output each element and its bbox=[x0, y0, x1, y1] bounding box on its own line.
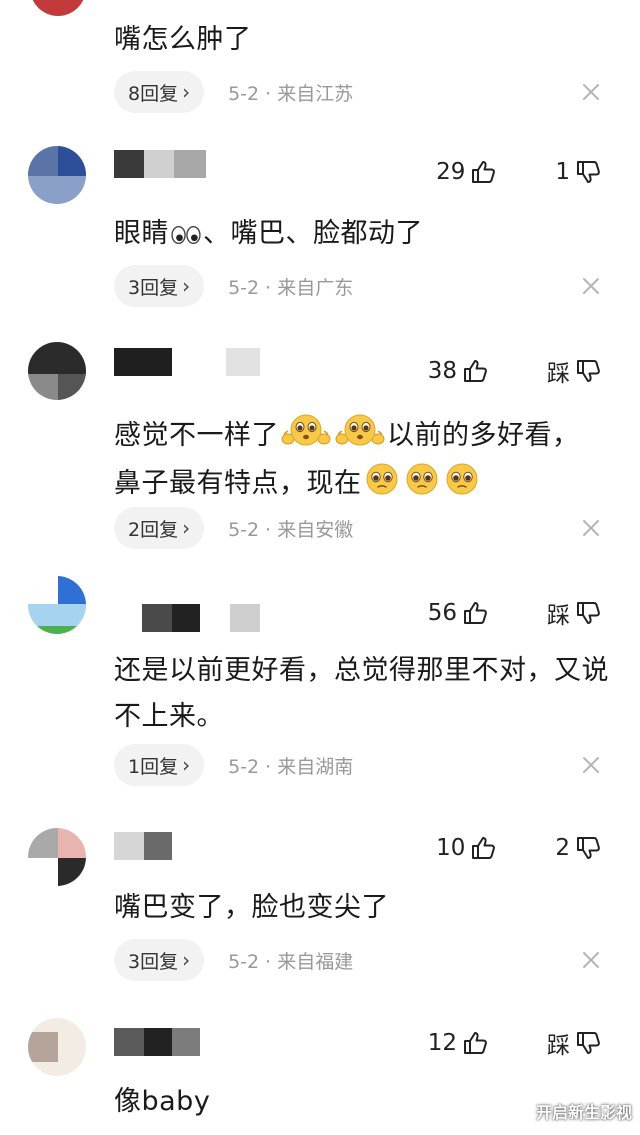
comment-text-part: 眼睛 bbox=[114, 218, 169, 249]
chevron-right-icon: › bbox=[182, 80, 191, 104]
chevron-right-icon: › bbox=[182, 516, 191, 540]
username-blurred[interactable] bbox=[114, 1028, 200, 1056]
like-count: 12 bbox=[427, 1030, 457, 1056]
like-button[interactable]: 10 bbox=[436, 834, 497, 862]
avatar[interactable] bbox=[30, 0, 86, 16]
reply-count-button[interactable]: 3回复 › bbox=[114, 265, 205, 307]
reply-count-label: 3回复 bbox=[128, 950, 179, 973]
close-icon[interactable] bbox=[582, 951, 600, 969]
comment-text-part: 鼻子最有特点，现在 bbox=[114, 468, 362, 499]
username-blurred[interactable] bbox=[142, 604, 262, 632]
reply-count-label: 8回复 bbox=[128, 82, 179, 105]
dislike-button[interactable]: 踩 bbox=[547, 354, 602, 388]
avatar[interactable] bbox=[28, 342, 86, 400]
like-count: 56 bbox=[427, 600, 457, 626]
comment-text: 嘴巴变了，脸也变尖了 bbox=[114, 892, 389, 923]
comment-text-part: 感觉不一样了 bbox=[114, 420, 279, 451]
comment-date-location: 5-2 · 来自江苏 bbox=[228, 82, 354, 105]
thumbs-down-icon bbox=[574, 1029, 602, 1057]
comment-text-part: 、嘴巴、脸都动了 bbox=[203, 218, 423, 249]
thumbs-down-icon bbox=[574, 357, 602, 385]
reply-count-button[interactable]: 1回复 › bbox=[114, 744, 205, 786]
avatar[interactable] bbox=[28, 146, 86, 204]
comment-line: 感觉不一样了 以前的多好看， bbox=[114, 410, 614, 458]
dislike-button[interactable]: 1 bbox=[555, 158, 602, 186]
thumbs-up-icon bbox=[469, 834, 497, 862]
close-icon[interactable] bbox=[582, 519, 600, 537]
comment-meta: 3回复 › 5-2 · 来自广东 bbox=[114, 264, 353, 308]
watermark: 开启新生影视 bbox=[535, 1103, 632, 1122]
like-count: 38 bbox=[427, 358, 457, 384]
comment-date-location: 5-2 · 来自福建 bbox=[228, 950, 354, 973]
dislike-button[interactable]: 2 bbox=[555, 834, 602, 862]
thumbs-up-icon bbox=[461, 357, 489, 385]
like-button[interactable]: 12 bbox=[428, 1029, 489, 1057]
reply-count-button[interactable]: 3回复 › bbox=[114, 939, 205, 981]
eyes-emoji-icon bbox=[169, 222, 203, 248]
comment-text-part: 以前的多好看， bbox=[387, 420, 580, 451]
avatar[interactable] bbox=[28, 828, 86, 886]
username-blurred[interactable] bbox=[114, 348, 260, 376]
pleading-face-emoji-icon bbox=[362, 458, 402, 498]
comment-meta: 2回复 › 5-2 · 来自安徽 bbox=[114, 506, 353, 550]
comment-meta: 8回复 › 5-2 · 来自江苏 bbox=[114, 70, 353, 114]
dislike-button[interactable]: 踩 bbox=[547, 596, 602, 630]
pleading-hands-emoji-icon bbox=[333, 410, 387, 450]
avatar[interactable] bbox=[28, 1018, 86, 1076]
comment-text: 眼睛 、嘴巴、脸都动了 bbox=[114, 214, 614, 254]
comment-meta: 1回复 › 5-2 · 来自湖南 bbox=[114, 743, 353, 787]
close-icon[interactable] bbox=[582, 277, 600, 295]
pleading-hands-emoji-icon bbox=[279, 410, 333, 450]
dislike-label: 踩 bbox=[547, 1033, 570, 1059]
dislike-button[interactable]: 踩 bbox=[547, 1026, 602, 1060]
thumbs-down-icon bbox=[574, 834, 602, 862]
chevron-right-icon: › bbox=[182, 753, 191, 777]
chevron-right-icon: › bbox=[182, 948, 191, 972]
pleading-face-emoji-icon bbox=[442, 458, 482, 498]
like-button[interactable]: 38 bbox=[428, 357, 489, 385]
reply-count-label: 3回复 bbox=[128, 276, 179, 299]
reply-count-button[interactable]: 8回复 › bbox=[114, 71, 205, 113]
comment-date-location: 5-2 · 来自湖南 bbox=[228, 755, 354, 778]
comment-line: 鼻子最有特点，现在 bbox=[114, 458, 614, 506]
dislike-label: 2 bbox=[555, 835, 570, 861]
reply-count-label: 1回复 bbox=[128, 755, 179, 778]
thumbs-up-icon bbox=[461, 1029, 489, 1057]
thumbs-up-icon bbox=[469, 158, 497, 186]
close-icon[interactable] bbox=[582, 83, 600, 101]
thumbs-down-icon bbox=[574, 599, 602, 627]
comment-date-location: 5-2 · 来自安徽 bbox=[228, 518, 354, 541]
chevron-right-icon: › bbox=[182, 274, 191, 298]
pleading-face-emoji-icon bbox=[402, 458, 442, 498]
dislike-label: 踩 bbox=[547, 603, 570, 629]
like-count: 29 bbox=[436, 159, 466, 185]
thumbs-up-icon bbox=[461, 599, 489, 627]
reply-count-label: 2回复 bbox=[128, 518, 179, 541]
like-button[interactable]: 29 bbox=[436, 158, 497, 186]
dislike-label: 踩 bbox=[547, 361, 570, 387]
close-icon[interactable] bbox=[582, 756, 600, 774]
like-button[interactable]: 56 bbox=[428, 599, 489, 627]
comment-text: 嘴怎么肿了 bbox=[114, 24, 252, 55]
comment-text: 还是以前更好看，总觉得那里不对，又说不上来。 bbox=[114, 655, 609, 732]
comment-date-location: 5-2 · 来自广东 bbox=[228, 276, 354, 299]
avatar[interactable] bbox=[28, 576, 86, 634]
comment-meta: 3回复 › 5-2 · 来自福建 bbox=[114, 938, 353, 982]
comment-text: 感觉不一样了 以前的多好看， 鼻子最有特点，现在 bbox=[114, 410, 614, 506]
thumbs-down-icon bbox=[574, 158, 602, 186]
dislike-label: 1 bbox=[555, 159, 570, 185]
username-blurred[interactable] bbox=[114, 832, 172, 860]
like-count: 10 bbox=[436, 835, 466, 861]
reply-count-button[interactable]: 2回复 › bbox=[114, 507, 205, 549]
username-blurred[interactable] bbox=[114, 150, 206, 178]
